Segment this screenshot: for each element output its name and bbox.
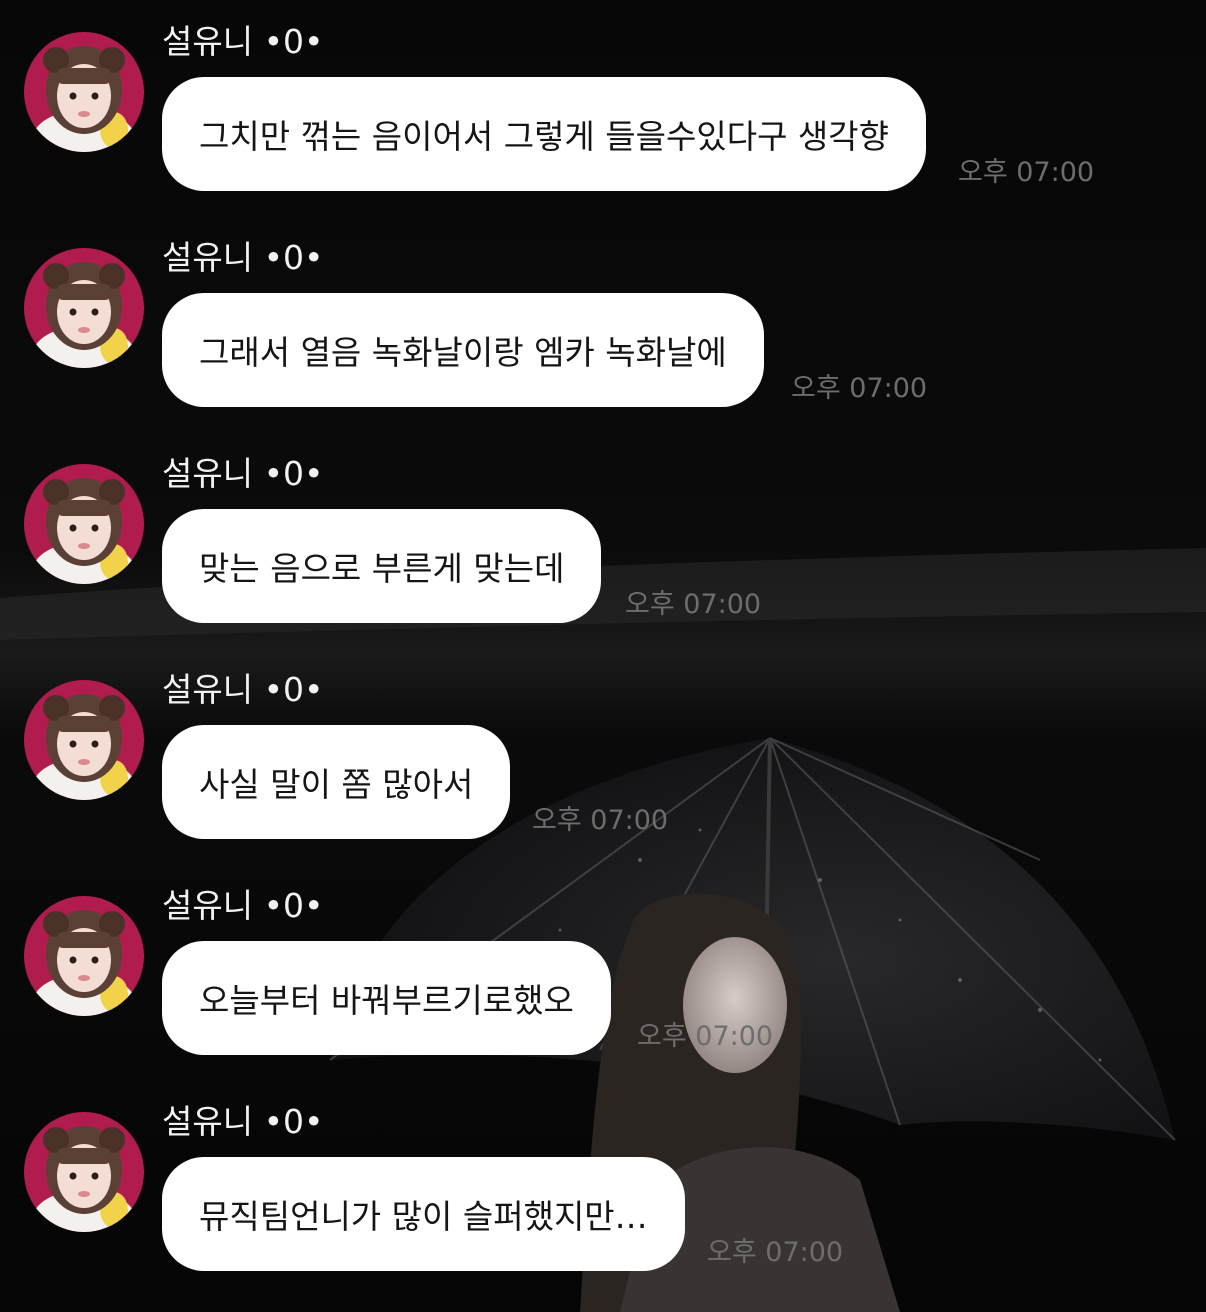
- sender-name: 설유니 •0•: [162, 1102, 324, 1141]
- sender-name: 설유니 •0•: [162, 454, 324, 493]
- sender-avatar[interactable]: [24, 680, 144, 800]
- sender-avatar[interactable]: [24, 1112, 144, 1232]
- sender-name: 설유니 •0•: [162, 238, 324, 277]
- avatar-photo-icon: [24, 248, 144, 368]
- avatar-photo-icon: [24, 1112, 144, 1232]
- chat-message: 설유니 •0• 사실 말이 쫌 많아서 오후 07:00: [0, 648, 1206, 864]
- avatar-photo-icon: [24, 680, 144, 800]
- sender-avatar[interactable]: [24, 32, 144, 152]
- message-bubble[interactable]: 그치만 꺾는 음이어서 그렇게 들을수있다구 생각향: [162, 77, 927, 191]
- message-time: 오후 07:00: [958, 157, 1095, 188]
- chat-message: 설유니 •0• 그래서 열음 녹화날이랑 엠카 녹화날에 오후 07:00: [0, 216, 1206, 432]
- sender-avatar[interactable]: [24, 464, 144, 584]
- sender-name: 설유니 •0•: [162, 670, 324, 709]
- sender-avatar[interactable]: [24, 248, 144, 368]
- message-bubble[interactable]: 오늘부터 바꿔부르기로했오: [162, 941, 611, 1055]
- chat-message: 설유니 •0• 맞는 음으로 부른게 맞는데 오후 07:00: [0, 432, 1206, 648]
- chat-message: 설유니 •0• 오늘부터 바꿔부르기로했오 오후 07:00: [0, 864, 1206, 1080]
- avatar-photo-icon: [24, 464, 144, 584]
- sender-name: 설유니 •0•: [162, 22, 324, 61]
- message-time: 오후 07:00: [532, 805, 669, 836]
- chat-message: 설유니 •0• 그치만 꺾는 음이어서 그렇게 들을수있다구 생각향 오후 07…: [0, 0, 1206, 216]
- message-bubble[interactable]: 사실 말이 쫌 많아서: [162, 725, 511, 839]
- message-time: 오후 07:00: [625, 589, 762, 620]
- sender-avatar[interactable]: [24, 896, 144, 1016]
- message-time: 오후 07:00: [707, 1237, 844, 1268]
- message-bubble[interactable]: 뮤직팀언니가 많이 슬퍼했지만…: [162, 1157, 685, 1271]
- message-time: 오후 07:00: [637, 1021, 774, 1052]
- avatar-photo-icon: [24, 32, 144, 152]
- message-time: 오후 07:00: [791, 373, 928, 404]
- chat-message: 설유니 •0• 뮤직팀언니가 많이 슬퍼했지만… 오후 07:00: [0, 1080, 1206, 1296]
- sender-name: 설유니 •0•: [162, 886, 324, 925]
- message-bubble[interactable]: 맞는 음으로 부른게 맞는데: [162, 509, 602, 623]
- message-bubble[interactable]: 그래서 열음 녹화날이랑 엠카 녹화날에: [162, 293, 764, 407]
- avatar-photo-icon: [24, 896, 144, 1016]
